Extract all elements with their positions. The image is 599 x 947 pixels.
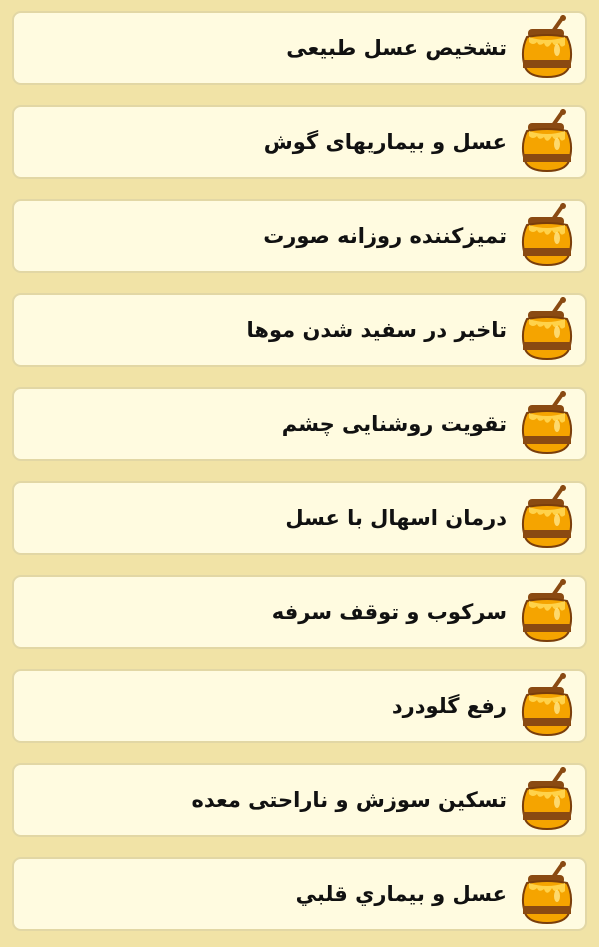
honey-jar-icon — [517, 390, 577, 458]
list-item[interactable]: تمیزکننده روزانه صورت — [12, 199, 587, 273]
list-item[interactable]: درمان اسهال با عسل — [12, 481, 587, 555]
list-item-label: تاخیر در سفید شدن موها — [246, 318, 507, 342]
honey-jar-icon — [517, 14, 577, 82]
honey-jar-icon — [517, 202, 577, 270]
honey-jar-icon — [517, 766, 577, 834]
list-item-label: تمیزکننده روزانه صورت — [263, 224, 507, 248]
list-item[interactable]: عسل و بیماري قلبي — [12, 857, 587, 931]
list-item-label: تقویت روشنایی چشم — [281, 412, 507, 436]
list-item-label: عسل و بیماریهای گوش — [263, 130, 507, 154]
honey-jar-icon — [517, 578, 577, 646]
honey-jar-icon — [517, 296, 577, 364]
honey-jar-icon — [517, 860, 577, 928]
list-item[interactable]: تسکین سوزش و ناراحتی معده — [12, 763, 587, 837]
list-item-label: سرکوب و توقف سرفه — [271, 600, 507, 624]
list-item-label: تسکین سوزش و ناراحتی معده — [191, 788, 507, 812]
list-item[interactable]: سرکوب و توقف سرفه — [12, 575, 587, 649]
honey-jar-icon — [517, 108, 577, 176]
list-item[interactable]: تشخیص عسل طبیعی — [12, 11, 587, 85]
list-item-label: رفع گلودرد — [391, 694, 507, 718]
article-list: تشخیص عسل طبیعی عسل و بیماریهای گوش تمیز… — [0, 0, 599, 947]
honey-jar-icon — [517, 672, 577, 740]
list-item-label: درمان اسهال با عسل — [285, 506, 507, 530]
honey-jar-icon — [517, 484, 577, 552]
list-item[interactable]: تاخیر در سفید شدن موها — [12, 293, 587, 367]
list-item[interactable]: عسل و بیماریهای گوش — [12, 105, 587, 179]
list-item-label: عسل و بیماري قلبي — [295, 882, 507, 906]
list-item-label: تشخیص عسل طبیعی — [286, 36, 507, 60]
list-item[interactable]: رفع گلودرد — [12, 669, 587, 743]
list-item[interactable]: تقویت روشنایی چشم — [12, 387, 587, 461]
